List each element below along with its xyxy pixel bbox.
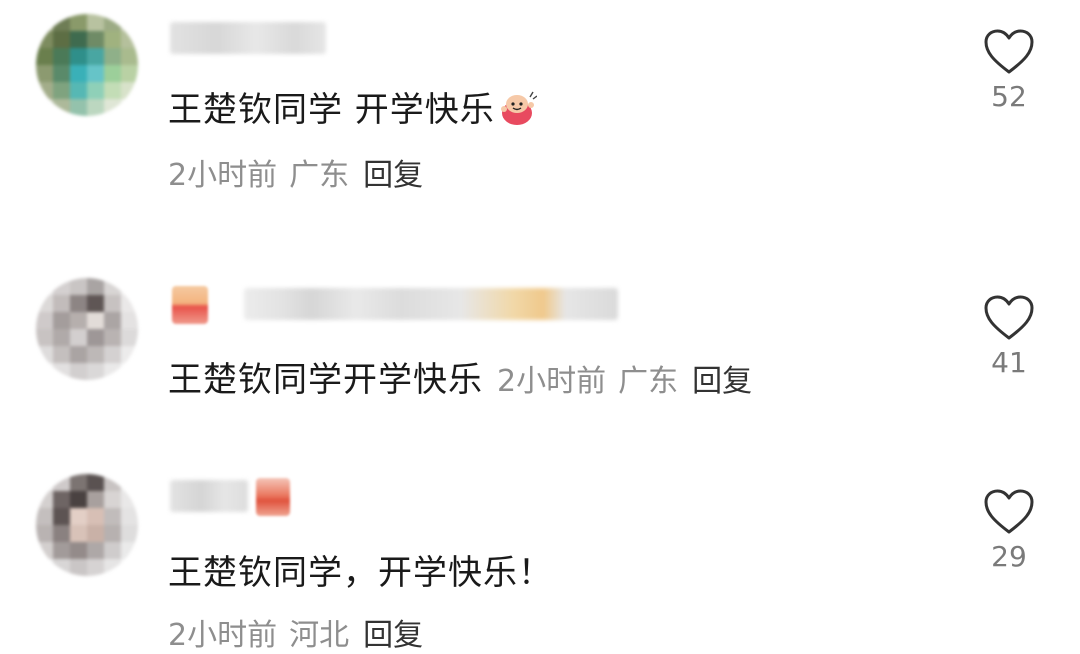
username-blurred[interactable] xyxy=(170,480,248,512)
like-button[interactable]: 29 xyxy=(980,488,1038,573)
comment-text-content: 王楚钦同学开学快乐 xyxy=(168,360,483,400)
avatar[interactable] xyxy=(36,14,138,116)
comment-text-content: 王楚钦同学，开学快乐！ xyxy=(168,553,553,593)
reply-button[interactable]: 回复 xyxy=(363,618,423,653)
comment-text: 王楚钦同学，开学快乐！ xyxy=(168,545,553,594)
comment-time: 2小时前 xyxy=(168,158,278,193)
comment-location: 河北 xyxy=(289,618,350,653)
comment-meta: 2小时前 广东 回复 xyxy=(497,364,752,399)
comment-location: 广东 xyxy=(289,158,350,193)
comment-meta: 2小时前 河北 回复 xyxy=(168,610,423,654)
user-badge-blurred xyxy=(172,286,208,324)
comment-time: 2小时前 xyxy=(168,618,278,653)
username-blurred[interactable] xyxy=(170,22,326,54)
heart-outline-icon xyxy=(984,489,1034,534)
avatar[interactable] xyxy=(36,474,138,576)
like-button[interactable]: 41 xyxy=(980,294,1038,379)
heart-outline-icon xyxy=(984,29,1034,74)
like-button[interactable]: 52 xyxy=(980,28,1038,113)
comment-time: 2小时前 xyxy=(497,364,607,399)
like-count: 29 xyxy=(991,540,1027,573)
comment-text: 王楚钦同学开学快乐 2小时前 广东 回复 xyxy=(168,352,752,401)
comment-text: 王楚钦同学 开学快乐 xyxy=(168,82,538,131)
user-badge-blurred xyxy=(256,478,290,516)
comment-meta: 2小时前 广东 回复 xyxy=(168,150,423,194)
cheering-sticker-emoji-icon xyxy=(497,89,538,127)
comment-location: 广东 xyxy=(618,364,679,399)
heart-outline-icon xyxy=(984,295,1034,340)
reply-button[interactable]: 回复 xyxy=(692,364,752,399)
comment-text-content: 王楚钦同学 开学快乐 xyxy=(168,90,495,130)
like-count: 41 xyxy=(991,346,1027,379)
reply-button[interactable]: 回复 xyxy=(363,158,423,193)
username-blurred[interactable] xyxy=(244,288,618,320)
like-count: 52 xyxy=(991,80,1027,113)
avatar[interactable] xyxy=(36,278,138,380)
